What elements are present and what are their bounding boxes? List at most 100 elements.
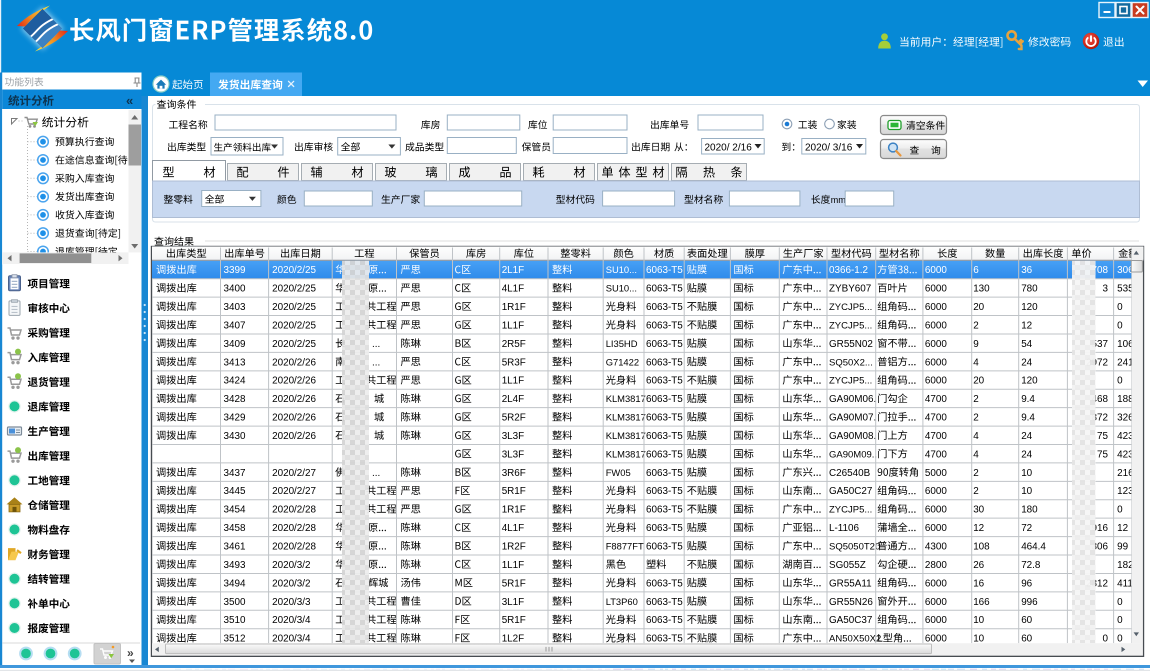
svg-text:6063-T5: 6063-T5 <box>646 394 683 405</box>
svg-text:2020/2/25: 2020/2/25 <box>272 320 316 331</box>
svg-text:SU10...: SU10... <box>606 264 637 275</box>
svg-text:16: 16 <box>973 578 984 589</box>
svg-text:6063-T5: 6063-T5 <box>646 413 683 424</box>
svg-text:3445: 3445 <box>224 486 246 497</box>
svg-text:6000: 6000 <box>925 320 947 331</box>
svg-text:3L1F: 3L1F <box>502 597 525 608</box>
svg-text:20: 20 <box>973 376 984 387</box>
svg-text:GA50C27: GA50C27 <box>829 486 872 497</box>
svg-text:20: 20 <box>973 302 984 313</box>
svg-text:4: 4 <box>973 431 979 442</box>
svg-text:6000: 6000 <box>925 578 947 589</box>
svg-text:5R3F: 5R3F <box>502 357 526 368</box>
svg-text:2020/3/2: 2020/3/2 <box>272 560 310 571</box>
svg-text:3409: 3409 <box>224 339 246 350</box>
svg-text:6000: 6000 <box>925 634 947 645</box>
svg-text:C26540B: C26540B <box>829 468 871 479</box>
svg-text:SU10...: SU10... <box>606 283 637 294</box>
svg-text:60: 60 <box>1021 634 1032 645</box>
svg-text:4300: 4300 <box>925 542 947 553</box>
svg-text:6063-T5: 6063-T5 <box>646 339 683 350</box>
svg-text:6: 6 <box>973 265 979 276</box>
svg-text:6000: 6000 <box>925 486 947 497</box>
svg-text:ZYCJP5...: ZYCJP5... <box>829 320 872 331</box>
svg-text:6063-T5: 6063-T5 <box>646 376 683 387</box>
svg-text:5R1F: 5R1F <box>502 486 526 497</box>
svg-text:0: 0 <box>1117 597 1123 608</box>
svg-text:108: 108 <box>973 542 990 553</box>
svg-text:2020/2/25: 2020/2/25 <box>272 302 316 313</box>
svg-text:24: 24 <box>1021 449 1032 460</box>
svg-text:60: 60 <box>1021 615 1032 626</box>
svg-text:3500: 3500 <box>224 597 246 608</box>
svg-text:GA90M08.: GA90M08. <box>829 431 876 442</box>
svg-text:F8877FT: F8877FT <box>606 541 644 552</box>
svg-text:6063-T5: 6063-T5 <box>646 615 683 626</box>
svg-text:72.8: 72.8 <box>1021 560 1041 571</box>
svg-text:6000: 6000 <box>925 284 947 295</box>
svg-text:5000: 5000 <box>925 468 947 479</box>
svg-text:2020/ 2/16: 2020/ 2/16 <box>705 142 753 153</box>
svg-text:3424: 3424 <box>224 376 246 387</box>
svg-text:6000: 6000 <box>925 339 947 350</box>
svg-text:2020/2/26: 2020/2/26 <box>272 394 316 405</box>
svg-text:6063-T5: 6063-T5 <box>646 449 683 460</box>
svg-text:6063-T5: 6063-T5 <box>646 542 683 553</box>
svg-text:9: 9 <box>973 339 979 350</box>
svg-text:3399: 3399 <box>224 265 246 276</box>
svg-text:6000: 6000 <box>925 505 947 516</box>
svg-text:180: 180 <box>1021 505 1038 516</box>
svg-text:4700: 4700 <box>925 431 947 442</box>
svg-text:...: ... <box>372 357 380 368</box>
svg-text:6063-T5: 6063-T5 <box>646 320 683 331</box>
svg-text:4L1F: 4L1F <box>502 284 525 295</box>
svg-text:24: 24 <box>1021 357 1032 368</box>
svg-text:2020/2/28: 2020/2/28 <box>272 505 316 516</box>
svg-text:FW05: FW05 <box>606 467 631 478</box>
svg-text:9.4: 9.4 <box>1021 413 1035 424</box>
svg-text:6000: 6000 <box>925 357 947 368</box>
svg-text:0: 0 <box>1117 505 1123 516</box>
svg-text:2: 2 <box>973 394 979 405</box>
svg-text:0366-1.2: 0366-1.2 <box>829 265 868 276</box>
svg-text:3458: 3458 <box>224 523 246 534</box>
svg-text:2L1F: 2L1F <box>502 265 525 276</box>
svg-text:12: 12 <box>1117 523 1128 534</box>
svg-text:2: 2 <box>973 320 979 331</box>
svg-text:3413: 3413 <box>224 357 246 368</box>
svg-text:5R1F: 5R1F <box>502 578 526 589</box>
svg-text:»: » <box>127 646 134 660</box>
svg-text:166: 166 <box>973 597 990 608</box>
svg-text:3400: 3400 <box>224 284 246 295</box>
svg-text:6063-T5: 6063-T5 <box>646 523 683 534</box>
svg-text:2020/2/28: 2020/2/28 <box>272 542 316 553</box>
svg-text:10: 10 <box>1021 486 1032 497</box>
svg-text:3454: 3454 <box>224 505 246 516</box>
svg-text:2020/2/26: 2020/2/26 <box>272 357 316 368</box>
svg-text:6063-T5: 6063-T5 <box>646 284 683 295</box>
svg-text:2L4F: 2L4F <box>502 394 525 405</box>
svg-text:996: 996 <box>1021 597 1038 608</box>
svg-text:2: 2 <box>973 468 979 479</box>
svg-text:96: 96 <box>1021 578 1032 589</box>
svg-text:4L1F: 4L1F <box>502 523 525 534</box>
svg-text:54: 54 <box>1021 339 1032 350</box>
svg-text:1R1F: 1R1F <box>502 505 526 516</box>
svg-text:6063-T5: 6063-T5 <box>646 302 683 313</box>
svg-text:SQ5050T20: SQ5050T20 <box>829 542 880 553</box>
svg-text:2020/2/28: 2020/2/28 <box>272 523 316 534</box>
svg-text:30: 30 <box>973 505 984 516</box>
svg-text:«: « <box>126 93 133 108</box>
svg-text:SQ50X2...: SQ50X2... <box>829 357 873 368</box>
svg-text:GA50C37: GA50C37 <box>829 615 872 626</box>
svg-text:12: 12 <box>1021 320 1032 331</box>
svg-text:0: 0 <box>1117 302 1123 313</box>
svg-text:0: 0 <box>1117 320 1123 331</box>
svg-text:GR55N02: GR55N02 <box>829 339 873 350</box>
svg-text:6000: 6000 <box>925 376 947 387</box>
svg-text:5R1F: 5R1F <box>502 615 526 626</box>
svg-text:3494: 3494 <box>224 578 246 589</box>
svg-text:9.4: 9.4 <box>1021 394 1035 405</box>
svg-text:2800: 2800 <box>925 560 947 571</box>
svg-text:4700: 4700 <box>925 413 947 424</box>
